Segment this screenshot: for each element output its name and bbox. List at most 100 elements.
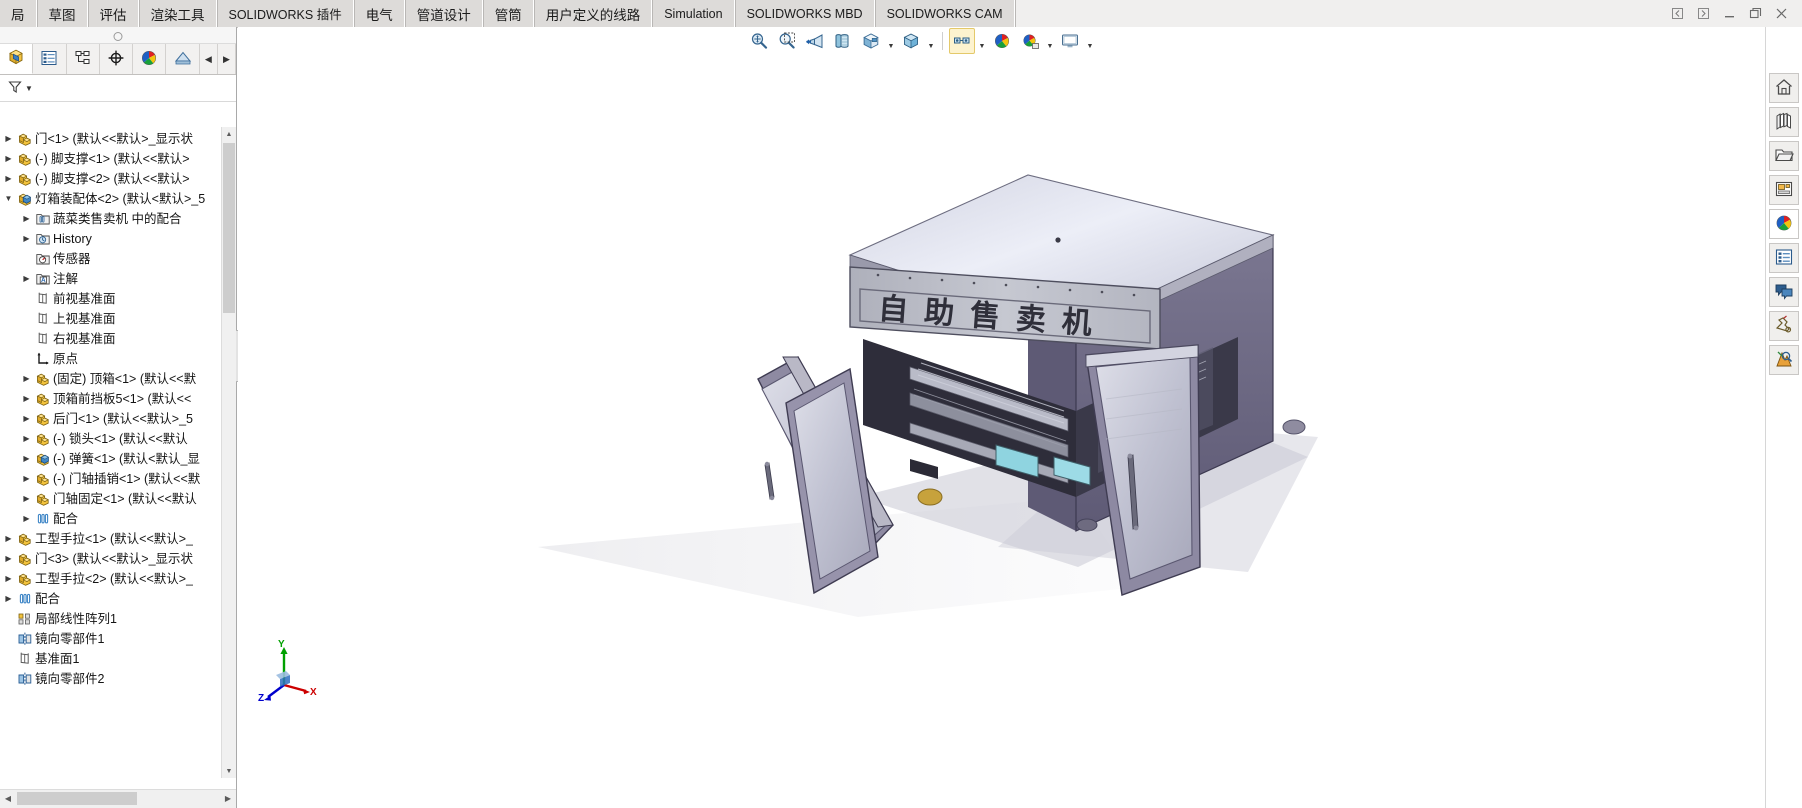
feature-tree-item[interactable]: ▶ 工型手拉<1> (默认<<默认>_ xyxy=(0,529,222,549)
panel-drag-handle[interactable] xyxy=(0,27,236,44)
feature-tree-item[interactable]: ▶右视基准面 xyxy=(0,329,222,349)
feature-tree-item[interactable]: ▶ (-) 脚支撑<1> (默认<<默认> xyxy=(0,149,222,169)
feature-manager-tab-next-button[interactable]: ▶ xyxy=(217,44,236,74)
tab-cam-feature-tree[interactable] xyxy=(166,44,200,74)
feature-tree-item[interactable]: ▶ 工型手拉<2> (默认<<默认>_ xyxy=(0,569,222,589)
feature-tree-filter-bar[interactable]: ▼ xyxy=(0,75,236,102)
graphics-area[interactable]: ▼ ▼ ▼ ▼ ▼ 自助售卖机 Y X Z xyxy=(238,27,1766,808)
tree-expand-arrow-icon[interactable]: ▶ xyxy=(2,129,15,149)
ribbon-tab-9[interactable]: Simulation xyxy=(652,0,735,27)
filter-dropdown-caret-icon[interactable]: ▼ xyxy=(25,84,33,93)
task-pane-renderer-button[interactable] xyxy=(1769,311,1799,341)
ribbon-tab-2[interactable]: 评估 xyxy=(87,0,139,27)
feature-tree-vertical-scrollbar[interactable]: ▲ ▼ xyxy=(221,127,236,778)
feature-tree-item-label: (-) 弹簧<1> (默认<默认_显 xyxy=(53,452,200,466)
tree-expand-arrow-icon[interactable]: ▶ xyxy=(20,269,33,289)
restore-down-left-icon[interactable] xyxy=(1671,7,1684,20)
task-pane-resources-button[interactable] xyxy=(1769,73,1799,103)
task-pane-view-palette-button[interactable] xyxy=(1769,175,1799,205)
tab-dimxpert-manager[interactable] xyxy=(99,44,134,74)
feature-tree-item[interactable]: ▶ (-) 弹簧<1> (默认<默认_显 xyxy=(0,449,222,469)
restore-down-right-icon[interactable] xyxy=(1697,7,1710,20)
feature-tree-item[interactable]: ▶ 门轴固定<1> (默认<<默认 xyxy=(0,489,222,509)
scroll-up-button[interactable]: ▲ xyxy=(222,127,236,141)
feature-tree-item[interactable]: ▶ (-) 锁头<1> (默认<<默认 xyxy=(0,429,222,449)
tab-feature-manager-design-tree[interactable] xyxy=(0,44,34,74)
feature-tree-item[interactable]: ▶ 门<1> (默认<<默认>_显示状 xyxy=(0,129,222,149)
feature-tree-item[interactable]: ▶ (固定) 顶箱<1> (默认<<默 xyxy=(0,369,222,389)
tree-expand-arrow-icon[interactable]: ▶ xyxy=(20,509,33,529)
feature-manager-tab-prev-button[interactable]: ◀ xyxy=(199,44,218,74)
tab-display-manager[interactable] xyxy=(133,44,167,74)
feature-tree-item[interactable]: ▶局部线性阵列1 xyxy=(0,609,222,629)
tree-expand-arrow-icon[interactable]: ▶ xyxy=(20,229,33,249)
tree-expand-arrow-icon[interactable]: ▶ xyxy=(20,489,33,509)
feature-tree-item[interactable]: ▶ History xyxy=(0,229,222,249)
feature-tree-item-label: 注解 xyxy=(53,272,79,286)
feature-tree-item[interactable]: ▶镜向零部件1 xyxy=(0,629,222,649)
ribbon-tab-4[interactable]: SOLIDWORKS 插件 xyxy=(216,0,354,27)
history-folder-icon xyxy=(33,231,53,247)
horizontal-scroll-thumb[interactable] xyxy=(17,792,137,805)
tree-expand-arrow-icon[interactable]: ▶ xyxy=(20,469,33,489)
ribbon-tab-5[interactable]: 电气 xyxy=(353,0,405,27)
restore-icon[interactable] xyxy=(1749,7,1762,20)
ribbon-tab-10[interactable]: SOLIDWORKS MBD xyxy=(734,0,875,27)
scroll-right-button[interactable]: ▶ xyxy=(220,790,236,807)
tree-expand-arrow-icon[interactable]: ▶ xyxy=(20,429,33,449)
feature-tree-item[interactable]: ▶ 门<3> (默认<<默认>_显示状 xyxy=(0,549,222,569)
feature-tree-item[interactable]: ▼ 灯箱装配体<2> (默认<默认>_5 xyxy=(0,189,222,209)
feature-tree-item[interactable]: ▶ (-) 脚支撑<2> (默认<<默认> xyxy=(0,169,222,189)
vertical-scroll-thumb[interactable] xyxy=(223,143,235,313)
scroll-down-button[interactable]: ▼ xyxy=(222,764,236,778)
tree-expand-arrow-icon[interactable]: ▶ xyxy=(2,529,15,549)
task-pane-forum-button[interactable] xyxy=(1769,277,1799,307)
ribbon-tab-11[interactable]: SOLIDWORKS CAM xyxy=(874,0,1015,27)
minimize-icon[interactable] xyxy=(1723,7,1736,20)
feature-tree-item[interactable]: ▶上视基准面 xyxy=(0,309,222,329)
close-icon[interactable] xyxy=(1775,7,1788,20)
ribbon-tab-7[interactable]: 管筒 xyxy=(482,0,534,27)
feature-tree-item[interactable]: ▶ 顶箱前挡板5<1> (默认<< xyxy=(0,389,222,409)
feature-tree-item[interactable]: ▶ A 注解 xyxy=(0,269,222,289)
model-3d-view[interactable]: 自助售卖机 xyxy=(238,27,1766,808)
tree-collapse-arrow-icon[interactable]: ▼ xyxy=(2,189,15,209)
task-pane-simulation-button[interactable] xyxy=(1769,345,1799,375)
scroll-left-button[interactable]: ◀ xyxy=(0,790,16,807)
ribbon-tab-1[interactable]: 草图 xyxy=(36,0,88,27)
tree-expand-arrow-icon[interactable]: ▶ xyxy=(2,169,15,189)
tree-expand-arrow-icon[interactable]: ▶ xyxy=(2,149,15,169)
tab-configuration-manager[interactable] xyxy=(66,44,100,74)
ribbon-tab-3[interactable]: 渲染工具 xyxy=(138,0,217,27)
ribbon-tab-0[interactable]: 局 xyxy=(0,0,37,27)
ribbon-tab-6[interactable]: 管道设计 xyxy=(404,0,483,27)
task-pane-design-library-button[interactable] xyxy=(1769,107,1799,137)
feature-tree-item[interactable]: ▶ 蔬菜类售卖机 中的配合 xyxy=(0,209,222,229)
task-pane-custom-properties-button[interactable] xyxy=(1769,243,1799,273)
tree-expand-arrow-icon[interactable]: ▶ xyxy=(20,449,33,469)
task-pane-appearances-scenes-button[interactable] xyxy=(1769,209,1799,239)
feature-tree-item[interactable]: ▶基准面1 xyxy=(0,649,222,669)
feature-tree-item[interactable]: ▶ 后门<1> (默认<<默认>_5 xyxy=(0,409,222,429)
view-palette-icon xyxy=(1774,179,1794,202)
tree-expand-arrow-icon[interactable]: ▶ xyxy=(2,549,15,569)
feature-tree-item[interactable]: ▶原点 xyxy=(0,349,222,369)
tab-property-manager[interactable] xyxy=(33,44,67,74)
feature-tree-item[interactable]: ▶传感器 xyxy=(0,249,222,269)
feature-tree-item[interactable]: ▶镜向零部件2 xyxy=(0,669,222,689)
feature-tree-item[interactable]: ▶ 配合 xyxy=(0,589,222,609)
tree-expand-arrow-icon[interactable]: ▶ xyxy=(2,589,15,609)
tree-expand-arrow-icon[interactable]: ▶ xyxy=(20,389,33,409)
feature-tree-item[interactable]: ▶ (-) 门轴插销<1> (默认<<默 xyxy=(0,469,222,489)
ribbon-tab-8[interactable]: 用户定义的线路 xyxy=(533,0,653,27)
feature-tree-item[interactable]: ▶ 配合 xyxy=(0,509,222,529)
tree-expand-arrow-icon[interactable]: ▶ xyxy=(20,409,33,429)
feature-tree-item-label: 灯箱装配体<2> (默认<默认>_5 xyxy=(35,192,206,206)
feature-tree-horizontal-scrollbar[interactable]: ◀ ▶ xyxy=(0,789,236,808)
tree-expand-arrow-icon[interactable]: ▶ xyxy=(20,209,33,229)
feature-tree-item[interactable]: ▶前视基准面 xyxy=(0,289,222,309)
task-pane-file-explorer-button[interactable] xyxy=(1769,141,1799,171)
tree-expand-arrow-icon[interactable]: ▶ xyxy=(20,369,33,389)
tree-expand-arrow-icon[interactable]: ▶ xyxy=(2,569,15,589)
feature-tree-scroll-area[interactable]: ▶ 门<1> (默认<<默认>_显示状 ▶ (-) 脚支撑<1> (默认<<默认> ▶ (… xyxy=(0,127,222,778)
